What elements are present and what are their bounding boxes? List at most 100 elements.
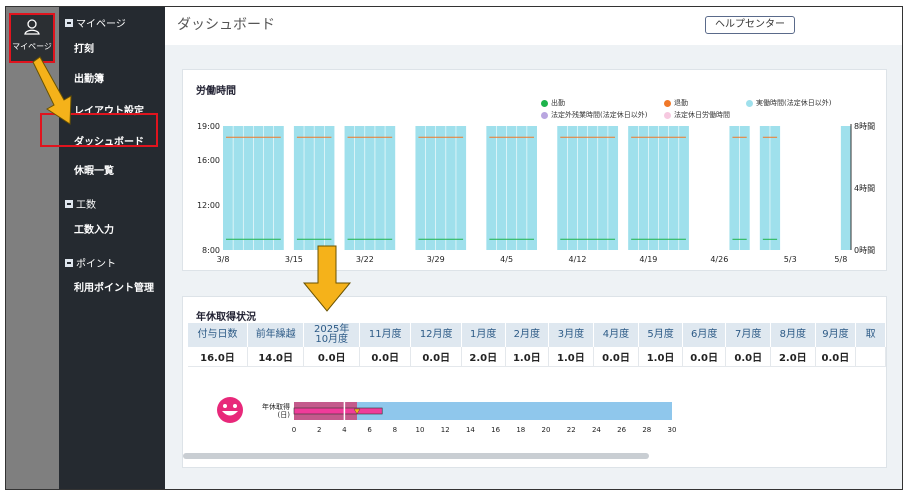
help-center-button[interactable]: ヘルプセンター [705,16,795,34]
leave-header-cell: 7月度 [725,323,772,347]
x-tick-label: 3/8 [217,255,230,264]
leave-value-cell: 0.0日 [682,347,727,367]
gauge-tick-label: 6 [367,426,372,434]
gauge-unit: (日) [278,411,291,419]
leave-header-cell: 8月度 [770,323,816,347]
sidebar: マイページ 打刻 出勤簿 レイアウト設定 ダッシュボード 休暇一覧 工数 工数入… [59,7,165,489]
leave-value-cell: 1.0日 [548,347,594,367]
x-tick-label: 3/22 [356,255,374,264]
leave-value-cell: 1.0日 [505,347,550,367]
section-label: ポイント [76,259,116,270]
x-tick-label: 4/19 [639,255,657,264]
y-right-tick-label: 0時間 [854,246,875,255]
work-hours-card: 労働時間 出勤 退勤 実働時間(法定休日以外) 法定外残業時間(法定休日以外) … [182,69,887,271]
collapse-icon [65,18,73,27]
collapse-icon [65,199,73,208]
leave-value-cell: 14.0日 [247,347,305,367]
leave-header-cell: 5月度 [638,323,683,347]
gauge-tick-label: 26 [617,426,626,434]
leave-value-cell: 0.0日 [725,347,772,367]
leave-header-cell: 12月度 [410,323,462,347]
mypage-button[interactable]: マイページ [9,13,55,63]
x-tick-label: 3/15 [285,255,303,264]
leave-value-cell [855,347,886,367]
sidebar-item-punch[interactable]: 打刻 [74,40,94,55]
y-right-tick-label: 8時間 [854,122,875,131]
smiley-eye [233,404,237,408]
section-mypage[interactable]: マイページ [65,15,126,30]
leave-table-values: 16.0日 14.0日 0.0日 0.0日 0.0日 2.0日 1.0日 1.0日 0.0日 1.… [188,347,886,367]
mypage-button-label: マイページ [12,42,52,51]
leave-table: 付与日数 前年繰越 2025年 10月度 11月度 12月度 1月度 2月度 3月度 4月度 5月度… [188,323,886,367]
work-bar [344,126,396,250]
gauge-tick-label: 8 [393,426,397,434]
smiley-eye [223,404,227,408]
sidebar-item-manhours-input[interactable]: 工数入力 [74,221,114,236]
section-manhours[interactable]: 工数 [65,196,96,211]
work-bar [486,126,537,250]
dashboard-highlight [40,113,158,147]
y-tick-label: 12:00 [197,201,220,210]
gauge-tick-label: 2 [317,426,321,434]
sidebar-item-attendance[interactable]: 出勤簿 [74,70,104,85]
y-tick-label: 16:00 [197,156,220,165]
leave-value-cell: 0.0日 [303,347,360,367]
gauge-tick-label: 22 [567,426,576,434]
leave-header-cell: 1月度 [461,323,506,347]
gauge-tick-label: 24 [592,426,601,434]
leave-header-cell: 11月度 [359,323,412,347]
smiley-face-icon [217,397,243,423]
leave-header-cell: 前年繰越 [247,323,305,347]
y-right-tick-label: 4時間 [854,184,875,193]
leave-value-cell: 16.0日 [188,347,248,367]
gauge-tick-label: 18 [516,426,525,434]
header: ダッシュボード ヘルプセンター [165,7,902,45]
y-tick-label: 19:00 [197,122,220,131]
work-bar [840,126,851,250]
main-content: ダッシュボード ヘルプセンター 労働時間 出勤 退勤 実働時間(法定休日以外) … [165,7,902,489]
annual-leave-title: 年休取得状況 [196,312,256,323]
sidebar-item-leave-list[interactable]: 休暇一覧 [74,162,114,177]
leave-table-header: 付与日数 前年繰越 2025年 10月度 11月度 12月度 1月度 2月度 3月度 4月度 5月度… [188,323,886,347]
leave-value-cell: 2.0日 [770,347,816,367]
sidebar-item-points[interactable]: 利用ポイント管理 [74,279,154,294]
leave-header-cell: 3月度 [548,323,594,347]
gauge-tick-label: 28 [642,426,651,434]
y-tick-label: 8:00 [202,246,220,255]
leave-value-cell: 1.0日 [638,347,683,367]
gauge-tick-label: 30 [668,426,677,434]
leave-header-cell: 2025年 10月度 [303,323,360,347]
work-bar [415,126,467,250]
leave-header-cell: 付与日数 [188,323,248,347]
leave-value-cell: 2.0日 [461,347,506,367]
gauge-progress-bar [293,407,383,415]
gauge-tick-label: 12 [441,426,450,434]
gauge-tick-label: 16 [491,426,500,434]
section-points[interactable]: ポイント [65,255,116,270]
gauge-tick-label: 10 [416,426,425,434]
leave-value-cell: 0.0日 [410,347,462,367]
collapse-icon [65,258,73,267]
x-tick-label: 4/26 [710,255,728,264]
leave-value-cell: 0.0日 [815,347,857,367]
leave-header-cell: 6月度 [682,323,727,347]
annual-leave-card: 年休取得状況 付与日数 前年繰越 2025年 10月度 11月度 12月度 1月度 2月度 3月… [182,296,887,468]
leave-header-cell: 4月度 [593,323,640,347]
x-tick-label: 4/12 [569,255,587,264]
leave-header-cell: 9月度 [815,323,857,347]
leave-value-cell: 0.0日 [359,347,412,367]
user-icon [24,19,40,35]
section-label: マイページ [76,19,126,30]
icon-bar: マイページ [6,7,59,489]
x-tick-label: 4/5 [500,255,513,264]
gauge-tick-label: 14 [466,426,475,434]
page-title: ダッシュボード [177,17,275,33]
x-tick-label: 3/29 [427,255,445,264]
leave-value-cell: 0.0日 [593,347,640,367]
gauge-tick-label: 20 [542,426,551,434]
x-tick-label: 5/8 [834,255,847,264]
gauge-tick-label: 0 [292,426,296,434]
work-hours-chart: 19:00 16:00 12:00 8:00 8時間 4時間 0時間 3/8 3/15 3/22 3… [197,122,875,264]
horizontal-scrollbar[interactable] [183,453,649,459]
gauge-tick-label: 4 [342,426,347,434]
